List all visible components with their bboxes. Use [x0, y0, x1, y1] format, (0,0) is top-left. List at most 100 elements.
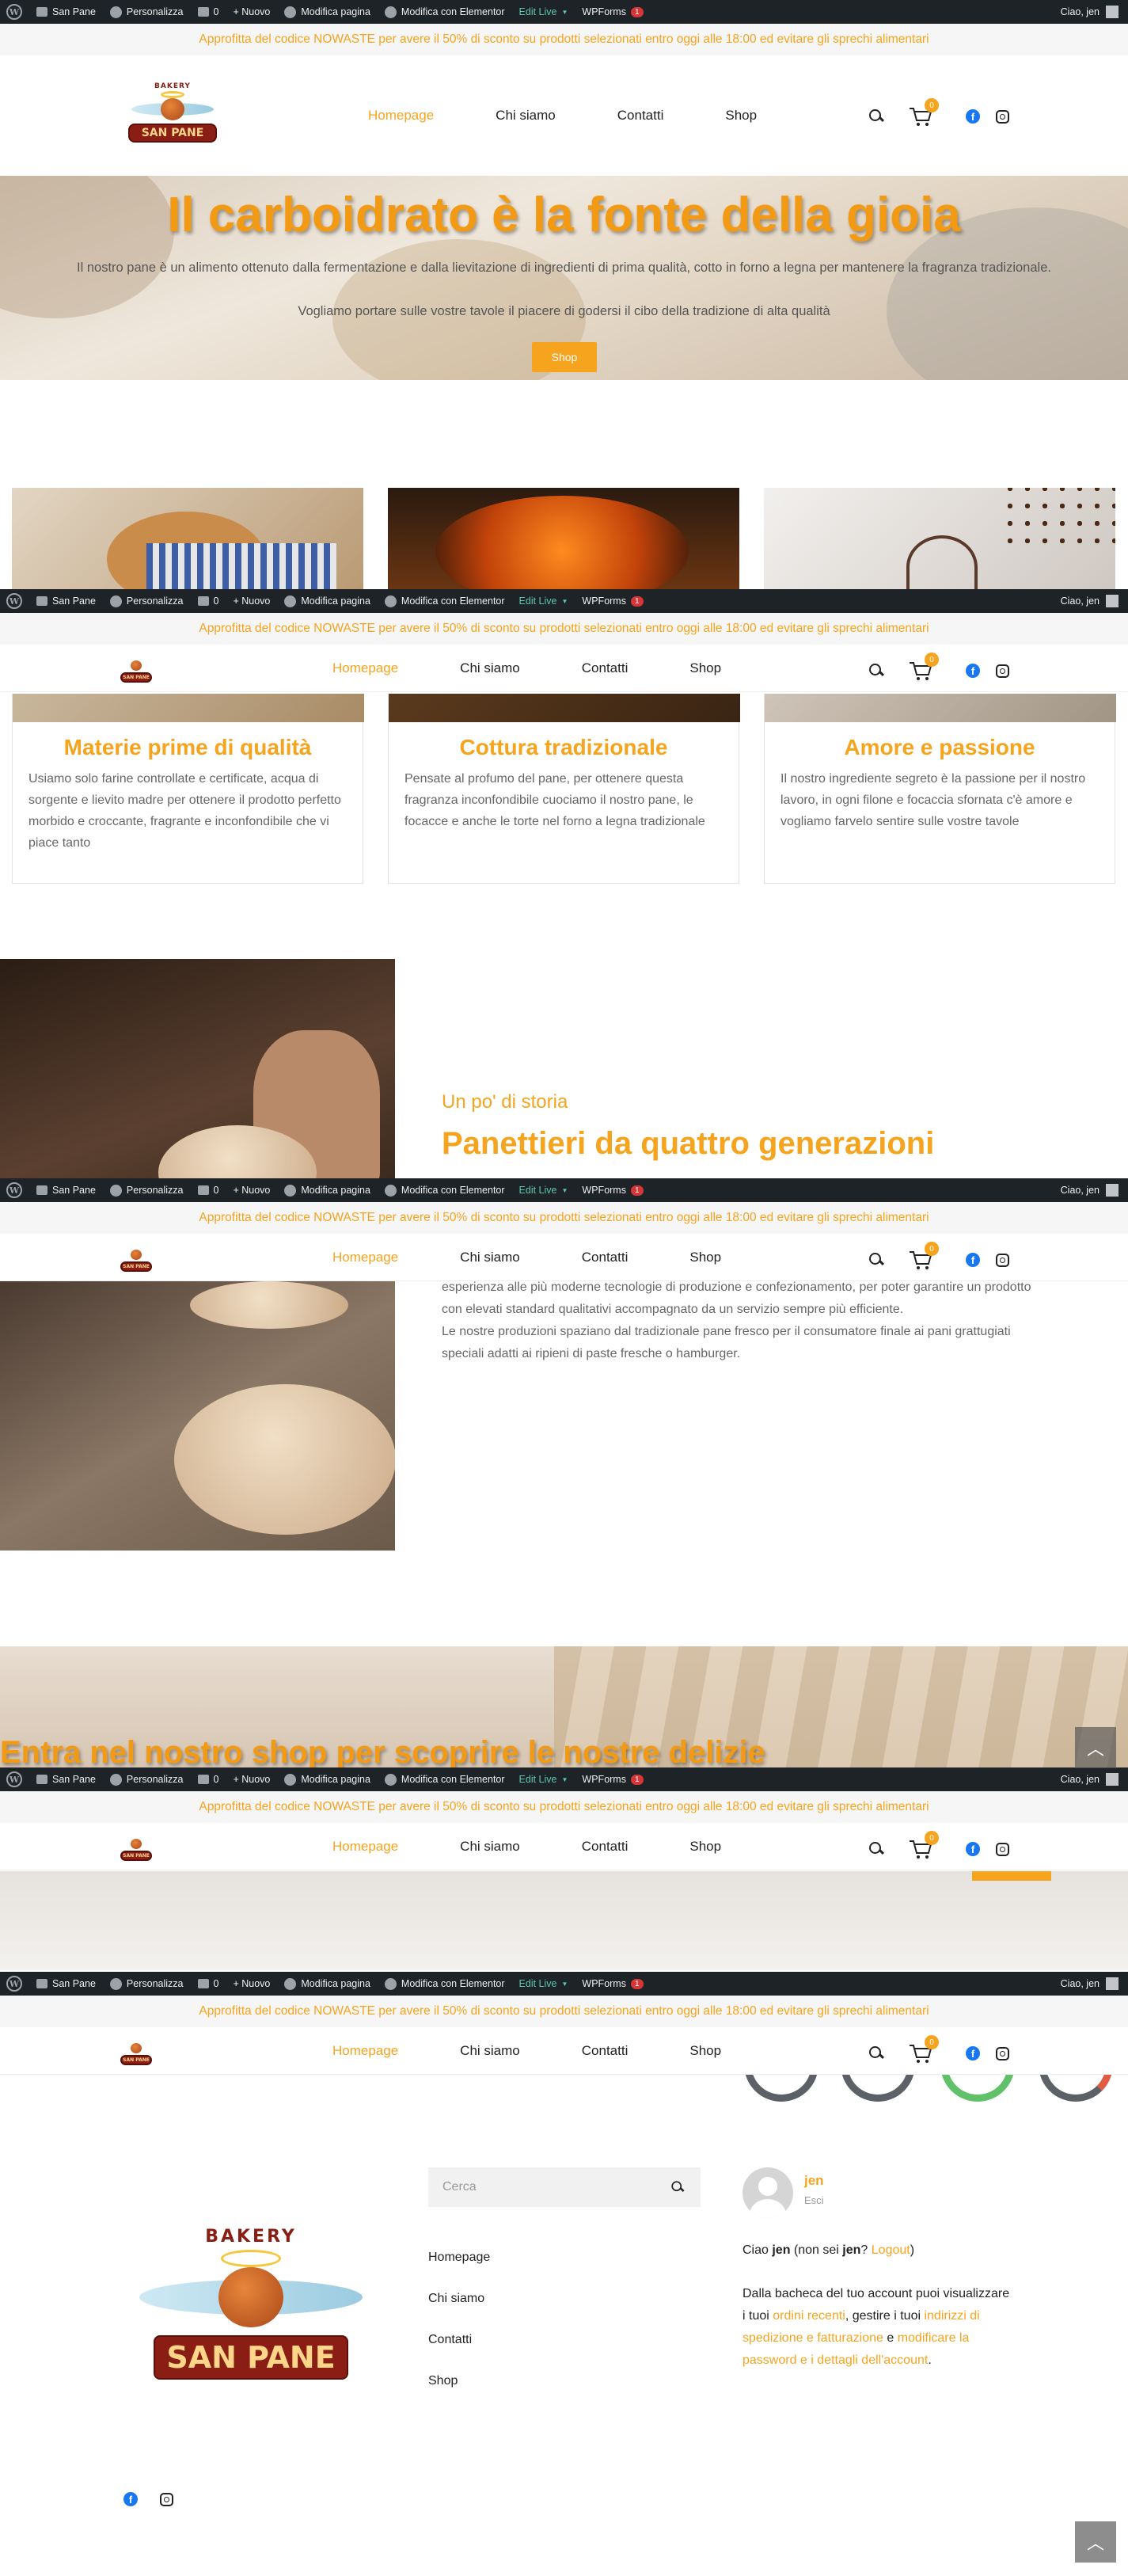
nav-contatti[interactable]: Contatti — [582, 1250, 629, 1265]
site-logo[interactable]: SAN PANE — [120, 2037, 152, 2067]
adminbar-account[interactable]: Ciao, jen — [1061, 1184, 1128, 1197]
search-icon[interactable] — [868, 662, 885, 679]
wp-logo-menu[interactable]: W — [6, 1976, 22, 1992]
adminbar-elementor[interactable]: Modifica con Elementor — [384, 1184, 505, 1197]
instagram-icon[interactable] — [996, 1842, 1009, 1856]
footer-link-contatti[interactable]: Contatti — [428, 2333, 472, 2347]
shop-banner-button-edge[interactable] — [972, 1871, 1051, 1881]
nav-shop[interactable]: Shop — [689, 1839, 721, 1855]
scroll-top-button[interactable]: ︿ — [1075, 2521, 1116, 2563]
adminbar-comments[interactable]: 0 — [197, 595, 218, 607]
adminbar-site[interactable]: San Pane — [36, 1774, 96, 1785]
nav-chi-siamo[interactable]: Chi siamo — [460, 660, 520, 676]
adminbar-wpforms[interactable]: WPForms 1 — [582, 595, 644, 607]
adminbar-new[interactable]: + Nuovo — [233, 6, 270, 17]
instagram-icon[interactable] — [996, 664, 1009, 678]
footer-link-chi-siamo[interactable]: Chi siamo — [428, 2292, 484, 2306]
wp-logo-menu[interactable]: W — [6, 1771, 22, 1787]
nav-homepage[interactable]: Homepage — [332, 660, 398, 676]
adminbar-account[interactable]: Ciao, jen — [1061, 6, 1128, 18]
facebook-icon[interactable]: f — [966, 1253, 980, 1267]
adminbar-new[interactable]: + Nuovo — [233, 595, 270, 607]
nav-homepage[interactable]: Homepage — [332, 1250, 398, 1265]
adminbar-elementor[interactable]: Modifica con Elementor — [384, 1773, 505, 1786]
facebook-icon[interactable]: f — [966, 1842, 980, 1856]
instagram-icon[interactable] — [160, 2492, 173, 2506]
adminbar-new[interactable]: + Nuovo — [233, 1185, 270, 1196]
facebook-icon[interactable]: f — [966, 2046, 980, 2060]
adminbar-account[interactable]: Ciao, jen — [1061, 1977, 1128, 1990]
wp-logo-menu[interactable]: W — [6, 1182, 22, 1198]
logout-link[interactable]: Logout — [872, 2243, 910, 2257]
adminbar-account[interactable]: Ciao, jen — [1061, 1773, 1128, 1786]
adminbar-edit-live[interactable]: Edit Live ▼ — [519, 1774, 568, 1785]
facebook-icon[interactable]: f — [123, 2492, 138, 2506]
adminbar-new[interactable]: + Nuovo — [233, 1774, 270, 1785]
adminbar-comments[interactable]: 0 — [197, 1774, 218, 1785]
adminbar-comments[interactable]: 0 — [197, 1978, 218, 1989]
nav-contatti[interactable]: Contatti — [582, 660, 629, 676]
adminbar-comments[interactable]: 0 — [197, 6, 218, 17]
instagram-icon[interactable] — [996, 2046, 1009, 2060]
adminbar-edit-page[interactable]: Modifica pagina — [284, 595, 370, 607]
site-logo[interactable]: SAN PANE — [120, 1243, 152, 1273]
nav-chi-siamo[interactable]: Chi siamo — [460, 1250, 520, 1265]
adminbar-account[interactable]: Ciao, jen — [1061, 595, 1128, 607]
adminbar-wpforms[interactable]: WPForms 1 — [582, 1978, 644, 1989]
adminbar-customize[interactable]: Personalizza — [109, 6, 184, 18]
cart-icon[interactable]: 0 — [909, 1831, 939, 1859]
adminbar-customize[interactable]: Personalizza — [109, 1184, 184, 1197]
wp-logo-menu[interactable]: W — [6, 4, 22, 20]
cart-icon[interactable]: 0 — [909, 98, 939, 127]
nav-contatti[interactable]: Contatti — [582, 1839, 629, 1855]
adminbar-new[interactable]: + Nuovo — [233, 1978, 270, 1989]
nav-shop[interactable]: Shop — [725, 108, 757, 124]
nav-homepage[interactable]: Homepage — [332, 1839, 398, 1855]
cart-icon[interactable]: 0 — [909, 2035, 939, 2064]
adminbar-site[interactable]: San Pane — [36, 1978, 96, 1989]
adminbar-comments[interactable]: 0 — [197, 1185, 218, 1196]
site-logo[interactable]: SAN PANE — [120, 654, 152, 684]
nav-chi-siamo[interactable]: Chi siamo — [496, 108, 556, 124]
adminbar-edit-live[interactable]: Edit Live ▼ — [519, 6, 568, 17]
orders-link[interactable]: ordini recenti — [773, 2309, 845, 2323]
adminbar-site[interactable]: San Pane — [36, 595, 96, 607]
adminbar-elementor[interactable]: Modifica con Elementor — [384, 6, 505, 18]
hero-shop-button[interactable]: Shop — [532, 342, 597, 372]
site-logo[interactable]: BAKERY SAN PANE — [128, 82, 217, 149]
wp-logo-menu[interactable]: W — [6, 593, 22, 609]
nav-shop[interactable]: Shop — [689, 2043, 721, 2059]
adminbar-edit-live[interactable]: Edit Live ▼ — [519, 595, 568, 607]
nav-shop[interactable]: Shop — [689, 660, 721, 676]
cart-icon[interactable]: 0 — [909, 1242, 939, 1270]
adminbar-wpforms[interactable]: WPForms 1 — [582, 6, 644, 17]
cart-icon[interactable]: 0 — [909, 653, 939, 681]
footer-search-input[interactable]: Cerca — [428, 2167, 701, 2207]
account-logout-short[interactable]: Esci — [804, 2194, 824, 2206]
adminbar-edit-page[interactable]: Modifica pagina — [284, 6, 370, 18]
scroll-top-button[interactable]: ︿ — [1075, 1727, 1116, 1768]
nav-contatti[interactable]: Contatti — [617, 108, 664, 124]
adminbar-site[interactable]: San Pane — [36, 1185, 96, 1196]
nav-homepage[interactable]: Homepage — [368, 108, 434, 124]
adminbar-customize[interactable]: Personalizza — [109, 595, 184, 607]
site-logo[interactable]: SAN PANE — [120, 1832, 152, 1863]
footer-logo[interactable]: BAKERY SAN PANE — [139, 2227, 363, 2385]
instagram-icon[interactable] — [996, 109, 1009, 124]
nav-shop[interactable]: Shop — [689, 1250, 721, 1265]
facebook-icon[interactable]: f — [966, 109, 980, 124]
adminbar-customize[interactable]: Personalizza — [109, 1977, 184, 1990]
adminbar-elementor[interactable]: Modifica con Elementor — [384, 595, 505, 607]
adminbar-edit-live[interactable]: Edit Live ▼ — [519, 1978, 568, 1989]
footer-link-homepage[interactable]: Homepage — [428, 2251, 490, 2265]
nav-homepage[interactable]: Homepage — [332, 2043, 398, 2059]
nav-chi-siamo[interactable]: Chi siamo — [460, 1839, 520, 1855]
search-icon[interactable] — [868, 1840, 885, 1858]
account-username[interactable]: jen — [804, 2173, 824, 2189]
facebook-icon[interactable]: f — [966, 664, 980, 678]
search-icon[interactable] — [868, 108, 885, 125]
adminbar-edit-page[interactable]: Modifica pagina — [284, 1773, 370, 1786]
footer-link-shop[interactable]: Shop — [428, 2374, 458, 2388]
adminbar-edit-live[interactable]: Edit Live ▼ — [519, 1185, 568, 1196]
adminbar-elementor[interactable]: Modifica con Elementor — [384, 1977, 505, 1990]
